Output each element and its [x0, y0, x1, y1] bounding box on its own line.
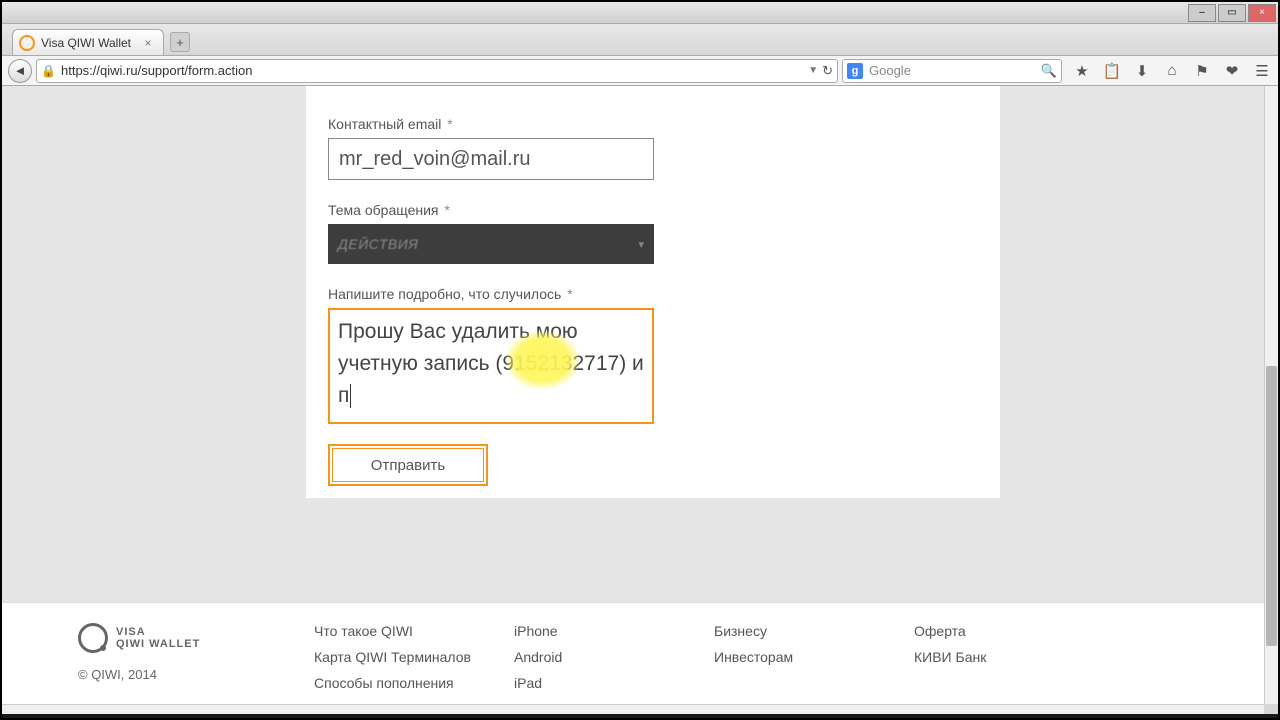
- window-minimize-button[interactable]: –: [1188, 4, 1216, 22]
- url-bar[interactable]: 🔒 https://qiwi.ru/support/form.action ▼ …: [36, 59, 838, 83]
- tab-close-button[interactable]: ×: [141, 36, 155, 50]
- google-icon: g: [847, 63, 863, 79]
- search-icon[interactable]: 🔍: [1041, 63, 1057, 79]
- window-close-button[interactable]: ×: [1248, 4, 1276, 22]
- footer-link[interactable]: Android: [514, 649, 714, 665]
- topic-select[interactable]: ДЕЙСТВИЯ ▾: [328, 224, 654, 264]
- submit-button[interactable]: Отправить: [332, 448, 484, 482]
- footer-link[interactable]: iPhone: [514, 623, 714, 639]
- lock-icon: 🔒: [41, 64, 55, 78]
- chevron-down-icon: ▾: [638, 238, 644, 251]
- qiwi-logo-icon: [78, 623, 108, 653]
- details-text: Прошу Вас удалить мою учетную запись (91…: [338, 316, 644, 412]
- footer-link[interactable]: КИВИ Банк: [914, 649, 1114, 665]
- reload-icon[interactable]: ↻: [822, 63, 833, 79]
- footer-link[interactable]: Что такое QIWI: [314, 623, 514, 639]
- email-label: Контактный email *: [328, 116, 888, 132]
- search-placeholder: Google: [869, 63, 1035, 78]
- menu-icon[interactable]: ☰: [1252, 61, 1272, 81]
- footer-link[interactable]: Карта QIWI Терминалов: [314, 649, 514, 665]
- back-button[interactable]: ◄: [8, 59, 32, 83]
- footer-link[interactable]: Бизнесу: [714, 623, 914, 639]
- new-tab-button[interactable]: +: [170, 32, 190, 52]
- vertical-scrollbar[interactable]: [1264, 86, 1278, 704]
- browser-toolbar: ◄ 🔒 https://qiwi.ru/support/form.action …: [2, 56, 1278, 86]
- details-textarea[interactable]: Прошу Вас удалить мою учетную запись (91…: [328, 308, 654, 424]
- copyright: © QIWI, 2014: [78, 667, 314, 682]
- page-footer: VISA QIWI WALLET © QIWI, 2014 Что такое …: [2, 602, 1264, 704]
- footer-link[interactable]: iPad: [514, 675, 714, 691]
- footer-link[interactable]: Оферта: [914, 623, 1114, 639]
- search-bar[interactable]: g Google 🔍: [842, 59, 1062, 83]
- text-caret-icon: [350, 384, 351, 408]
- footer-link[interactable]: Инвесторам: [714, 649, 914, 665]
- shield-icon[interactable]: ❤: [1222, 61, 1242, 81]
- window-titlebar: – ▭ ×: [2, 2, 1278, 24]
- clipboard-icon[interactable]: 📋: [1102, 61, 1122, 81]
- os-taskbar: [2, 714, 1278, 718]
- download-icon[interactable]: ⬇: [1132, 61, 1152, 81]
- email-input[interactable]: [328, 138, 654, 180]
- qiwi-logo: VISA QIWI WALLET: [78, 623, 314, 653]
- dropdown-icon[interactable]: ▼: [808, 65, 818, 76]
- page-viewport: Контактный email * Тема обращения * ДЕЙС…: [2, 86, 1264, 704]
- footer-link[interactable]: Способы пополнения: [314, 675, 514, 691]
- qiwi-favicon-icon: [19, 35, 35, 51]
- url-text: https://qiwi.ru/support/form.action: [61, 63, 802, 78]
- flag-icon[interactable]: ⚑: [1192, 61, 1212, 81]
- browser-tabstrip: Visa QIWI Wallet × +: [2, 24, 1278, 56]
- browser-tab-active[interactable]: Visa QIWI Wallet ×: [12, 29, 164, 55]
- home-icon[interactable]: ⌂: [1162, 61, 1182, 81]
- tab-title: Visa QIWI Wallet: [41, 36, 131, 50]
- bookmark-icon[interactable]: ★: [1072, 61, 1092, 81]
- topic-selected: ДЕЙСТВИЯ: [338, 236, 418, 252]
- details-label: Напишите подробно, что случилось *: [328, 286, 888, 302]
- window-maximize-button[interactable]: ▭: [1218, 4, 1246, 22]
- scrollbar-thumb[interactable]: [1266, 366, 1277, 646]
- topic-label: Тема обращения *: [328, 202, 888, 218]
